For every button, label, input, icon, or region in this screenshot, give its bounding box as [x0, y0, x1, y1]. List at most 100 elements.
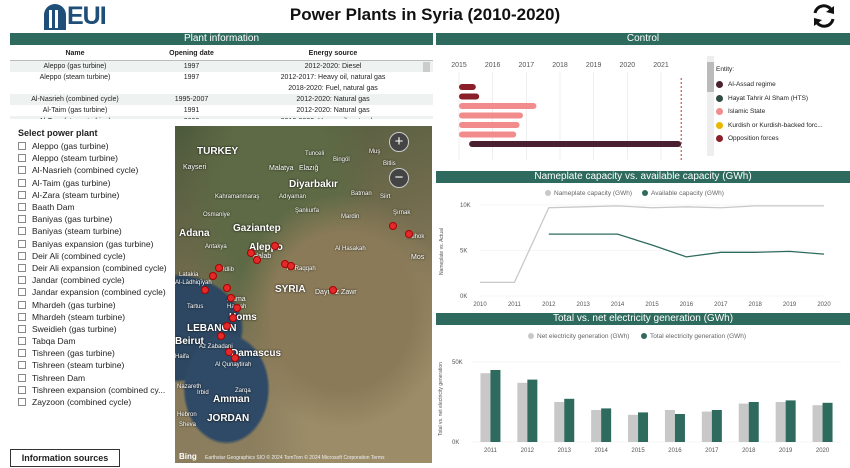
column-header[interactable]: Energy source	[243, 47, 423, 60]
entity-legend-item[interactable]: Kurdish or Kurdish-backed forc...	[716, 119, 823, 133]
plant-checkbox-item[interactable]: Al-Nasrieh (combined cycle)	[18, 164, 176, 176]
total-generation-bar[interactable]	[822, 402, 833, 442]
checkbox[interactable]	[18, 239, 26, 248]
checkbox[interactable]	[18, 263, 26, 272]
entity-legend-item[interactable]: Islamic State	[716, 105, 823, 119]
checkbox[interactable]	[18, 288, 26, 297]
net-generation-bar[interactable]	[664, 410, 675, 442]
timeline-bar[interactable]	[459, 122, 520, 128]
power-plant-marker[interactable]	[217, 332, 225, 340]
total-generation-bar[interactable]	[674, 414, 685, 442]
map-attribution[interactable]: Earthstar Geographics SIO © 2024 TomTom …	[205, 455, 384, 461]
checkbox[interactable]	[18, 398, 26, 407]
plant-checkbox-item[interactable]: Tabqa Dam	[18, 335, 176, 347]
total-generation-bar[interactable]	[638, 412, 649, 442]
net-generation-bar[interactable]	[591, 410, 602, 442]
power-plant-marker[interactable]	[209, 272, 217, 280]
nameplate-series-line[interactable]	[480, 205, 824, 283]
checkbox[interactable]	[18, 251, 26, 260]
power-plant-marker[interactable]	[405, 230, 413, 238]
net-generation-bar[interactable]	[554, 402, 565, 442]
checkbox[interactable]	[18, 142, 26, 151]
plant-checkbox-item[interactable]: Jandar expansion (combined cycle)	[18, 286, 176, 298]
plant-checkbox-item[interactable]: Baniyas (gas turbine)	[18, 213, 176, 225]
net-generation-bar[interactable]	[480, 373, 491, 442]
control-timeline-chart[interactable]: 2015 2016 2017 2018 2019 2020 2021	[436, 52, 716, 162]
checkbox[interactable]	[18, 300, 26, 309]
net-generation-bar[interactable]	[628, 414, 639, 442]
checkbox[interactable]	[18, 361, 26, 370]
checkbox[interactable]	[18, 276, 26, 285]
power-plant-marker[interactable]	[271, 242, 279, 250]
control-scrollbar[interactable]	[707, 56, 714, 156]
checkbox[interactable]	[18, 154, 26, 163]
zoom-out-button[interactable]: −	[389, 168, 409, 188]
plant-checkbox-item[interactable]: Al-Zara (steam turbine)	[18, 189, 176, 201]
checkbox[interactable]	[18, 349, 26, 358]
checkbox[interactable]	[18, 385, 26, 394]
power-plant-marker[interactable]	[329, 286, 337, 294]
plant-checkbox-item[interactable]: Tishreen (steam turbine)	[18, 359, 176, 371]
available-series-line[interactable]	[548, 233, 825, 258]
power-plant-marker[interactable]	[215, 264, 223, 272]
checkbox[interactable]	[18, 337, 26, 346]
checkbox[interactable]	[18, 227, 26, 236]
timeline-bar[interactable]	[459, 103, 537, 109]
checkbox[interactable]	[18, 312, 26, 321]
table-row[interactable]: Al-Taim (gas turbine) 1991 2012-2020: Natu…	[10, 105, 433, 116]
total-generation-bar[interactable]	[711, 410, 722, 442]
checkbox[interactable]	[18, 178, 26, 187]
plant-checkbox-item[interactable]: Aleppo (steam turbine)	[18, 152, 176, 164]
plant-checkbox-item[interactable]: Tishreen (gas turbine)	[18, 347, 176, 359]
timeline-bar[interactable]	[459, 93, 480, 100]
plant-checkbox-item[interactable]: Jandar (combined cycle)	[18, 274, 176, 286]
net-generation-bar[interactable]	[812, 405, 823, 442]
table-row[interactable]: Aleppo (gas turbine) 1997 2012-2020: Diese…	[10, 61, 433, 72]
power-plant-marker[interactable]	[233, 304, 241, 312]
plant-checkbox-item[interactable]: Baniyas (steam turbine)	[18, 225, 176, 237]
net-generation-bar[interactable]	[775, 402, 786, 442]
net-generation-bar[interactable]	[701, 411, 712, 442]
power-plant-marker[interactable]	[223, 322, 231, 330]
entity-legend-item[interactable]: Hayat Tahrir Al Sham (HTS)	[716, 92, 823, 106]
plant-checkbox-item[interactable]: Baniyas expansion (gas turbine)	[18, 238, 176, 250]
entity-legend-item[interactable]: Al-Assad regime	[716, 78, 823, 92]
checkbox[interactable]	[18, 203, 26, 212]
total-generation-bar[interactable]	[527, 379, 538, 442]
power-plant-marker[interactable]	[253, 256, 261, 264]
table-row[interactable]: Aleppo (steam turbine) 1997 2012-2017: Hea…	[10, 72, 433, 94]
syria-map[interactable]: + − Bing Earthstar Geographics SIO © 202…	[175, 126, 432, 463]
table-row[interactable]: Al-Nasrieh (combined cycle) 1995-2007 2012…	[10, 94, 433, 105]
plant-checkbox-item[interactable]: Mhardeh (steam turbine)	[18, 311, 176, 323]
power-plant-marker[interactable]	[231, 354, 239, 362]
checkbox[interactable]	[18, 324, 26, 333]
zoom-in-button[interactable]: +	[389, 132, 409, 152]
checkbox[interactable]	[18, 215, 26, 224]
plant-checkbox-item[interactable]: Sweidieh (gas turbine)	[18, 323, 176, 335]
checkbox[interactable]	[18, 373, 26, 382]
total-generation-bar[interactable]	[490, 370, 501, 442]
power-plant-marker[interactable]	[287, 262, 295, 270]
total-generation-bar[interactable]	[785, 400, 796, 442]
column-header[interactable]: Opening date	[140, 47, 243, 60]
plant-checkbox-item[interactable]: Al-Taim (gas turbine)	[18, 177, 176, 189]
power-plant-marker[interactable]	[229, 314, 237, 322]
information-sources-button[interactable]: Information sources	[10, 449, 120, 467]
column-header[interactable]: Name	[10, 47, 140, 60]
power-plant-marker[interactable]	[227, 294, 235, 302]
power-plant-marker[interactable]	[223, 284, 231, 292]
checkbox[interactable]	[18, 190, 26, 199]
total-generation-bar[interactable]	[748, 402, 759, 442]
plant-checkbox-item[interactable]: Aleppo (gas turbine)	[18, 140, 176, 152]
plant-checkbox-item[interactable]: Baath Dam	[18, 201, 176, 213]
timeline-bar[interactable]	[469, 141, 682, 147]
entity-legend-item[interactable]: Opposition forces	[716, 132, 823, 146]
timeline-bar[interactable]	[459, 112, 523, 119]
plant-checkbox-item[interactable]: Tishreen Dam	[18, 372, 176, 384]
timeline-bar[interactable]	[459, 131, 517, 138]
total-generation-bar[interactable]	[601, 408, 612, 442]
net-generation-bar[interactable]	[738, 403, 749, 442]
plant-checkbox-item[interactable]: Deir Ali expansion (combined cycle)	[18, 262, 176, 274]
electricity-generation-chart[interactable]: Net electricity generation (GWh) Total el…	[436, 326, 850, 466]
net-generation-bar[interactable]	[517, 382, 528, 442]
